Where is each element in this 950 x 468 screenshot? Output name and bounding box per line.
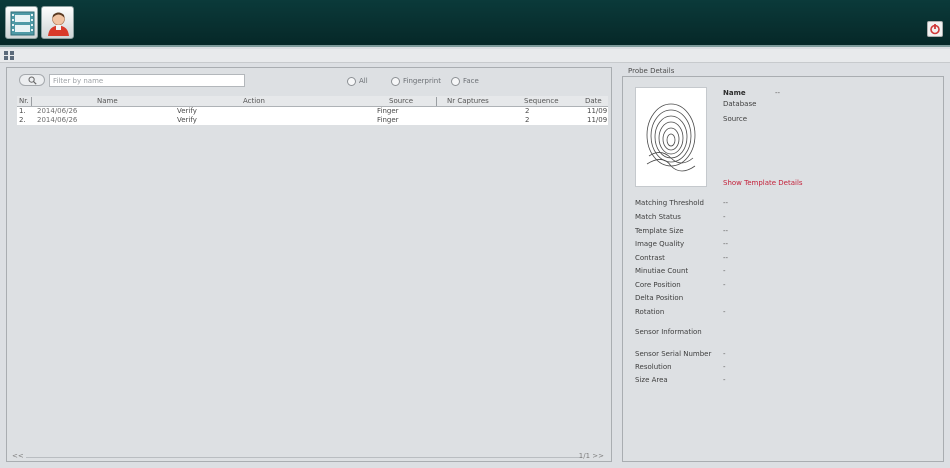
power-icon xyxy=(930,24,940,35)
column-divider xyxy=(31,97,32,106)
row-captures: 2 xyxy=(525,116,530,124)
field-label: Delta Position xyxy=(635,294,684,302)
template-details-link[interactable]: Show Template Details xyxy=(723,179,803,187)
pagination-footer: << 1/1 >> xyxy=(6,452,612,461)
user-button[interactable] xyxy=(41,6,74,39)
info-label: Database xyxy=(723,100,757,108)
column-divider xyxy=(436,97,437,106)
row-number: 1. xyxy=(19,107,26,115)
row-date: 11/09 xyxy=(587,116,608,124)
row-action: Verify xyxy=(177,107,197,115)
horizontal-scrollbar[interactable] xyxy=(26,457,582,458)
fingerprint-thumbnail xyxy=(635,87,707,187)
filter-label: All xyxy=(359,77,368,85)
row-name: 2014/06/26 xyxy=(37,107,78,115)
column-header-action[interactable]: Action xyxy=(243,97,265,105)
column-header-name[interactable]: Name xyxy=(97,97,118,105)
field-value: - xyxy=(723,281,726,289)
film-icon xyxy=(10,11,35,36)
details-panel-title: Probe Details xyxy=(628,67,675,75)
prev-page-button[interactable]: << xyxy=(12,452,24,460)
table-row[interactable]: 2. 2014/06/26 Verify Finger 2 11/09 xyxy=(17,116,608,125)
fingerprint-icon xyxy=(646,103,696,172)
field-value: -- xyxy=(723,199,729,207)
table-row[interactable]: 1. 2014/06/26 Verify Finger 2 11/09 xyxy=(17,107,608,116)
field-label: Matching Threshold xyxy=(635,199,704,207)
next-page-button[interactable]: 1/1 >> xyxy=(579,452,604,460)
info-label: Name xyxy=(723,89,746,97)
search-button[interactable] xyxy=(19,74,45,86)
column-header-nr[interactable]: Nr. xyxy=(19,97,29,105)
field-label: Image Quality xyxy=(635,240,685,248)
sensor-label: Size Area xyxy=(635,376,668,384)
field-value: - xyxy=(723,308,726,316)
film-button[interactable] xyxy=(5,6,38,39)
filter-label: Fingerprint xyxy=(403,77,441,85)
field-value: -- xyxy=(723,240,729,248)
sensor-label: Sensor Serial Number xyxy=(635,350,712,358)
row-date: 11/09 xyxy=(587,107,608,115)
row-number: 2. xyxy=(19,116,26,124)
search-icon xyxy=(28,76,37,85)
user-icon xyxy=(48,12,69,36)
radio-dot xyxy=(391,77,400,86)
results-table: Nr. Name Action Source Nr Captures Seque… xyxy=(17,96,608,125)
section-heading: Sensor Information xyxy=(635,328,702,336)
power-button[interactable] xyxy=(927,21,943,37)
info-value: -- xyxy=(775,89,781,97)
details-panel: Name -- Database Source Show Template De… xyxy=(622,76,944,462)
row-source: Finger xyxy=(377,107,399,115)
row-action: Verify xyxy=(177,116,197,124)
field-label: Rotation xyxy=(635,308,665,316)
sensor-value: - xyxy=(723,350,726,358)
field-value: - xyxy=(723,267,726,275)
sub-toolbar xyxy=(0,49,950,63)
sensor-label: Resolution xyxy=(635,363,672,371)
field-value: -- xyxy=(723,227,729,235)
column-header-date[interactable]: Date xyxy=(585,97,602,105)
field-label: Core Position xyxy=(635,281,681,289)
column-header-sequence[interactable]: Sequence xyxy=(524,97,559,105)
sensor-value: - xyxy=(723,363,726,371)
info-label: Source xyxy=(723,115,748,123)
results-panel: All Fingerprint Face Nr. Name Action Sou… xyxy=(6,67,612,462)
column-header-source[interactable]: Source xyxy=(389,97,413,105)
radio-dot xyxy=(347,77,356,86)
field-label: Contrast xyxy=(635,254,665,262)
search-input[interactable] xyxy=(49,74,245,87)
sensor-value: - xyxy=(723,376,726,384)
top-toolbar xyxy=(0,0,950,47)
row-source: Finger xyxy=(377,116,399,124)
grid-icon[interactable] xyxy=(4,51,14,60)
field-label: Template Size xyxy=(635,227,684,235)
field-label: Match Status xyxy=(635,213,681,221)
radio-dot xyxy=(451,77,460,86)
field-value: -- xyxy=(723,254,729,262)
filter-label: Face xyxy=(463,77,479,85)
field-value: - xyxy=(723,213,726,221)
row-captures: 2 xyxy=(525,107,530,115)
column-header-captures[interactable]: Nr Captures xyxy=(447,97,489,105)
row-name: 2014/06/26 xyxy=(37,116,78,124)
table-header: Nr. Name Action Source Nr Captures Seque… xyxy=(17,96,608,107)
field-label: Minutiae Count xyxy=(635,267,689,275)
